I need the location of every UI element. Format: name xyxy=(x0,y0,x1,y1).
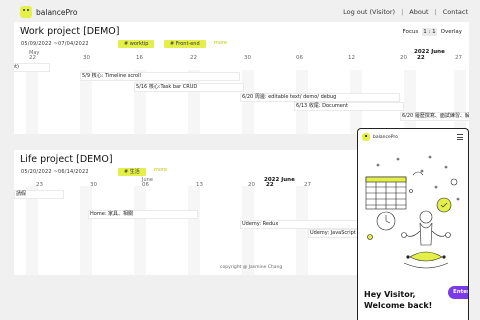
day-label: 27 xyxy=(304,182,311,188)
board-title[interactable]: Life project [DEMO] xyxy=(20,154,113,165)
board-date-range: 05/09/2022 ~07/04/2022 xyxy=(21,41,89,47)
tag-worktip[interactable]: # worktip xyxy=(118,40,155,48)
meditation-illustration-icon xyxy=(365,155,460,269)
day-label: 30 xyxy=(244,55,251,61)
board-title[interactable]: Work project [DEMO] xyxy=(20,26,119,37)
task-bar[interactable]: Udemy: Redux xyxy=(240,220,370,229)
board-date-range: 05/20/2022 ~06/14/2022 xyxy=(21,169,89,175)
weekend-column xyxy=(26,186,38,275)
weekend-column xyxy=(134,186,146,275)
day-label: 22 xyxy=(190,55,197,61)
enter-button[interactable]: Enter xyxy=(448,286,468,299)
day-label: 06 xyxy=(296,55,303,61)
task-bar[interactable]: et) xyxy=(14,63,50,72)
nav-separator: | xyxy=(434,8,437,16)
logo-icon xyxy=(362,133,370,141)
task-bar[interactable]: 5/9 核心: Timeline scroll xyxy=(80,72,240,81)
contact-link[interactable]: Contact xyxy=(443,8,468,16)
day-label-today: 22 xyxy=(417,55,425,61)
weekend-column xyxy=(454,70,466,134)
day-label: 23 xyxy=(36,182,43,188)
mobile-welcome-card: balancePro Hey Visitor, Welcome back! En… xyxy=(357,128,469,320)
focus-button[interactable]: Focus xyxy=(402,28,420,36)
day-label: 06 xyxy=(142,182,149,188)
nav-separator: | xyxy=(401,8,404,16)
logout-link[interactable]: Log out (Visitor) xyxy=(343,8,395,16)
weekend-column xyxy=(80,186,92,275)
hamburger-menu-icon[interactable] xyxy=(457,134,463,142)
task-bar[interactable]: 6/13 收尾: Document xyxy=(294,102,404,111)
weekend-column xyxy=(26,70,38,134)
weekend-column xyxy=(188,186,200,275)
tag-life[interactable]: # 生活 xyxy=(118,168,146,176)
tag-more[interactable]: more xyxy=(154,167,167,173)
day-label: 16 xyxy=(136,55,143,61)
day-label-today: 22 xyxy=(266,182,274,188)
day-label: 27 xyxy=(455,55,462,61)
logo-icon xyxy=(20,6,32,18)
tag-frontend[interactable]: # Front-end xyxy=(164,40,206,48)
task-bar[interactable]: 5/16 核心:Task bar CRUD xyxy=(134,83,244,92)
greeting-line-1: Hey Visitor, xyxy=(364,290,416,299)
overlay-button[interactable]: Overlay xyxy=(440,28,463,36)
about-link[interactable]: About xyxy=(409,8,428,16)
day-label: 12 xyxy=(348,55,355,61)
day-label: 20 xyxy=(248,182,255,188)
day-label: 30 xyxy=(83,55,90,61)
logo[interactable]: balancePro xyxy=(20,6,77,18)
top-nav: Log out (Visitor) | About | Contact xyxy=(343,8,468,16)
phone-brand-name: balancePro xyxy=(373,134,398,140)
work-project-board: Work project [DEMO] 05/09/2022 ~07/04/20… xyxy=(14,22,469,134)
day-label: 30 xyxy=(90,182,97,188)
weekend-column xyxy=(242,70,254,134)
tag-more[interactable]: more xyxy=(214,40,227,46)
weekend-column xyxy=(242,186,254,275)
brand-name: balancePro xyxy=(36,7,78,17)
task-bar[interactable]: 6/20 周邊: editable text/ demo/ debug xyxy=(240,93,400,102)
ratio-button[interactable]: 1 : 1 xyxy=(422,28,437,36)
copyright: copyright @ Jasmine Chang xyxy=(220,265,283,270)
task-bar[interactable]: 6/20 履歷撰寫、面試練習、解 xyxy=(400,112,469,121)
view-mode-buttons: Focus 1 : 1 Overlay xyxy=(402,28,463,36)
greeting-line-2: Welcome back! xyxy=(364,301,433,310)
welcome-greeting: Hey Visitor, Welcome back! xyxy=(364,289,432,311)
task-bar[interactable]: 請假 xyxy=(14,190,64,199)
weekend-column xyxy=(296,186,308,275)
phone-logo[interactable]: balancePro xyxy=(362,133,398,141)
day-label: 13 xyxy=(196,182,203,188)
task-bar[interactable]: Home: 家具、相關 xyxy=(88,210,198,219)
day-label: 22 xyxy=(29,55,36,61)
day-label: 20 xyxy=(400,55,407,61)
weekend-column xyxy=(404,70,416,134)
